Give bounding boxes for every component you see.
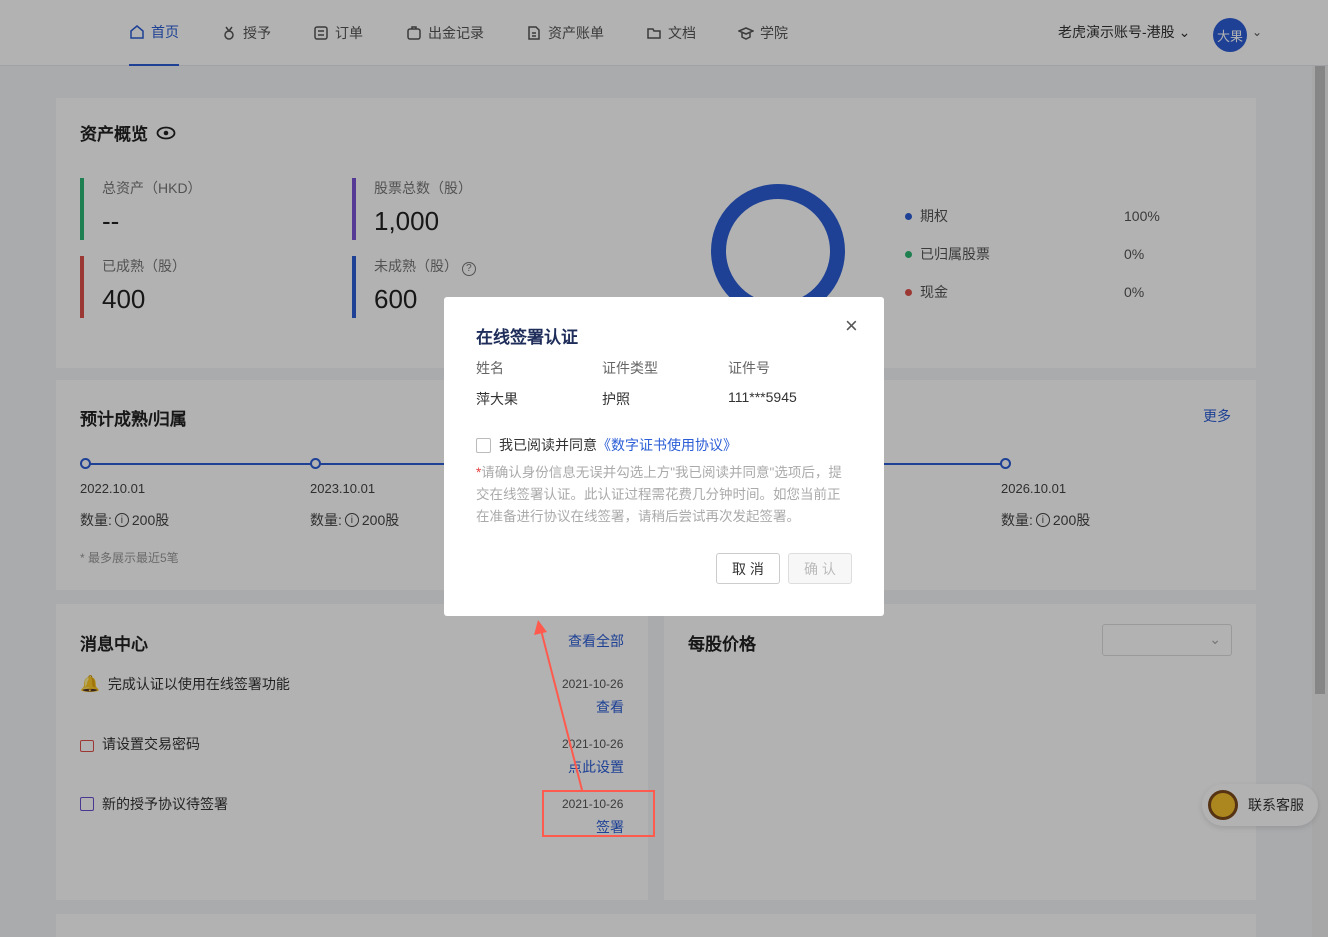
header-id-type: 证件类型	[602, 360, 658, 376]
value-id-type: 护照	[602, 391, 630, 407]
value-id-number: 111***5945	[728, 389, 797, 405]
value-name: 萍大果	[476, 391, 518, 407]
agree-checkbox[interactable]	[476, 437, 491, 453]
agree-row: 我已阅读并同意 《数字证书使用协议》	[476, 435, 737, 455]
online-signing-auth-modal: 在线签署认证 × 姓名 证件类型 证件号 萍大果 护照 111***5945 我…	[444, 297, 884, 616]
header-id-number: 证件号	[728, 360, 770, 376]
certificate-agreement-link[interactable]: 《数字证书使用协议》	[597, 435, 737, 455]
header-name: 姓名	[476, 360, 504, 376]
modal-title: 在线签署认证	[476, 328, 578, 347]
close-icon[interactable]: ×	[845, 313, 858, 339]
confirm-button[interactable]: 确 认	[788, 553, 852, 584]
cancel-button[interactable]: 取 消	[716, 553, 780, 584]
notice-text: *请确认身份信息无误并勾选上方"我已阅读并同意"选项后，提交在线签署认证。此认证…	[476, 465, 842, 524]
annotation-highlight-box	[542, 790, 655, 837]
